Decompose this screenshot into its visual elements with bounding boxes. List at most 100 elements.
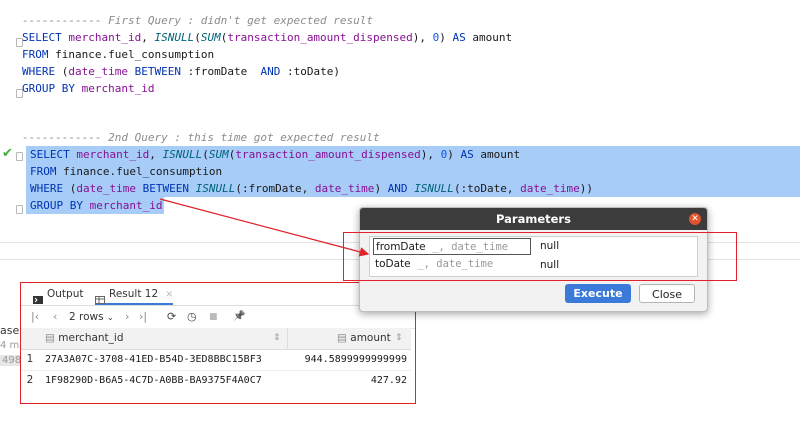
code-comment-first-query: ------------ First Query : didn't get ex…	[22, 14, 373, 27]
grid-header-row: ▤ merchant_id ⇕ ▤ amount ⇕	[21, 328, 411, 350]
code-line-select-1[interactable]: SELECT merchant_id, ISNULL(SUM(transacti…	[22, 29, 800, 46]
table: finance.fuel_consumption	[48, 48, 215, 61]
kw: BETWEEN	[127, 65, 188, 78]
code-line-where-1[interactable]: WHERE (date_time BETWEEN :fromDate AND :…	[22, 63, 800, 80]
punct: (	[235, 182, 242, 195]
rows-count-label: 2 rows	[69, 311, 104, 323]
alias: amount	[465, 31, 513, 44]
fn: ISNULL	[162, 148, 203, 161]
col: date_time	[76, 182, 136, 195]
kw: BETWEEN	[135, 182, 196, 195]
punct: )	[447, 148, 461, 161]
side-panel-fragment: ase	[0, 324, 20, 337]
output-icon	[33, 290, 43, 304]
kw: GROUP BY	[22, 82, 75, 95]
col: merchant_id	[68, 31, 142, 44]
col: date_time	[68, 65, 128, 78]
column-icon: ▤	[337, 332, 351, 344]
fold-marker[interactable]	[16, 152, 23, 161]
rows-count-dropdown[interactable]: 2 rows ⌄	[69, 306, 114, 328]
results-tabbar: Output Result 12 ✕	[21, 283, 415, 306]
punct: ),	[412, 31, 433, 44]
punct: (	[453, 182, 461, 195]
kw: AS	[452, 31, 466, 44]
fn: ISNULL	[414, 182, 454, 195]
fn: ISNULL	[154, 31, 195, 44]
tab-result-12[interactable]: Result 12 ✕	[95, 283, 174, 305]
punct: (	[202, 148, 209, 161]
table-icon	[95, 290, 105, 304]
cell-amount[interactable]: 944.5899999999999	[305, 349, 407, 370]
kw: SELECT	[30, 148, 77, 161]
tab-output[interactable]: Output	[33, 283, 83, 305]
alias: amount	[473, 148, 521, 161]
punct: ,	[301, 182, 315, 195]
stop-icon[interactable]: ■	[209, 306, 218, 328]
first-page-icon[interactable]: |‹	[31, 306, 39, 328]
code-comment-second-query: ------------ 2nd Query : this time got e…	[22, 131, 380, 144]
punct: ,	[149, 148, 163, 161]
code-line-from-1[interactable]: FROM finance.fuel_consumption	[22, 46, 800, 63]
table: finance.fuel_consumption	[56, 165, 223, 178]
col: date_time	[520, 182, 580, 195]
fold-marker[interactable]	[16, 205, 23, 214]
param: :toDate	[286, 65, 334, 78]
column-header-label: amount	[350, 332, 391, 344]
code-line-from-2[interactable]: FROM finance.fuel_consumption	[26, 163, 800, 180]
results-panel: Output Result 12 ✕ |‹ ‹ 2 rows ⌄ › ›| ⟳ …	[20, 282, 416, 404]
code-line-group-1[interactable]: GROUP BY merchant_id	[22, 80, 800, 97]
prev-page-icon[interactable]: ‹	[53, 306, 57, 328]
close-button[interactable]: Close	[639, 284, 695, 303]
code-line-group-2[interactable]: GROUP BY merchant_id	[26, 197, 165, 214]
dialog-title: Parameters	[496, 212, 571, 226]
kw: AND	[247, 65, 287, 78]
history-icon[interactable]: ◷	[187, 306, 197, 328]
param: :toDate	[460, 182, 507, 195]
refresh-icon[interactable]: ⟳	[167, 306, 176, 328]
kw: FROM	[30, 165, 57, 178]
close-icon[interactable]: ✕	[689, 213, 701, 225]
code-line-where-2[interactable]: WHERE (date_time BETWEEN ISNULL(:fromDat…	[26, 180, 800, 197]
dialog-titlebar[interactable]: Parameters	[360, 208, 707, 230]
punct: (	[194, 31, 201, 44]
punct: ))	[579, 182, 594, 195]
next-page-icon[interactable]: ›	[125, 306, 129, 328]
last-page-icon[interactable]: ›|	[139, 306, 147, 328]
kw: SELECT	[22, 31, 69, 44]
punct: (	[55, 65, 69, 78]
kw: AND	[387, 182, 415, 195]
table-row[interactable]: 1 27A3A07C-3708-41ED-B54D-3ED8BBC15BF3 9…	[21, 349, 411, 371]
col: merchant_id	[76, 148, 150, 161]
cell-amount[interactable]: 427.92	[371, 370, 407, 391]
sort-icon[interactable]: ⇕	[273, 328, 281, 349]
sql-editor[interactable]: ------------ First Query : didn't get ex…	[0, 0, 800, 242]
tab-output-label: Output	[47, 288, 84, 300]
punct: )	[333, 65, 340, 78]
code-line-select-2[interactable]: SELECT merchant_id, ISNULL(SUM(transacti…	[26, 146, 800, 163]
kw: FROM	[22, 48, 49, 61]
fn: SUM	[200, 31, 221, 44]
fn: SUM	[208, 148, 229, 161]
kw: GROUP BY	[30, 199, 83, 212]
close-tab-icon[interactable]: ✕	[166, 290, 174, 300]
punct: ,	[506, 182, 521, 195]
fn: ISNULL	[195, 182, 236, 195]
col: date_time	[314, 182, 375, 195]
table-row[interactable]: 2 1F98290D-B6A5-4C7D-A0BB-BA9375F4A0C7 4…	[21, 370, 411, 391]
pin-icon[interactable]: 📌	[233, 306, 245, 328]
row-number: 2	[26, 374, 34, 386]
row-number: 1	[26, 353, 34, 365]
cell-merchant-id[interactable]: 27A3A07C-3708-41ED-B54D-3ED8BBC15BF3	[45, 349, 262, 370]
column-header-amount[interactable]: ▤ amount	[337, 328, 391, 349]
punct: ),	[420, 148, 441, 161]
param: :fromDate	[187, 65, 248, 78]
column-header-label: merchant_id	[58, 332, 124, 344]
cell-merchant-id[interactable]: 1F98290D-B6A5-4C7D-A0BB-BA9375F4A0C7	[45, 370, 262, 391]
punct: (	[63, 182, 77, 195]
results-toolbar: |‹ ‹ 2 rows ⌄ › ›| ⟳ ◷ ■ 📌	[21, 306, 415, 329]
col: merchant_id	[74, 82, 155, 95]
check-icon: ✔	[2, 146, 13, 161]
sort-icon[interactable]: ⇕	[395, 328, 403, 349]
column-header-merchant-id[interactable]: ▤ merchant_id	[45, 328, 124, 349]
execute-button[interactable]: Execute	[565, 284, 631, 303]
